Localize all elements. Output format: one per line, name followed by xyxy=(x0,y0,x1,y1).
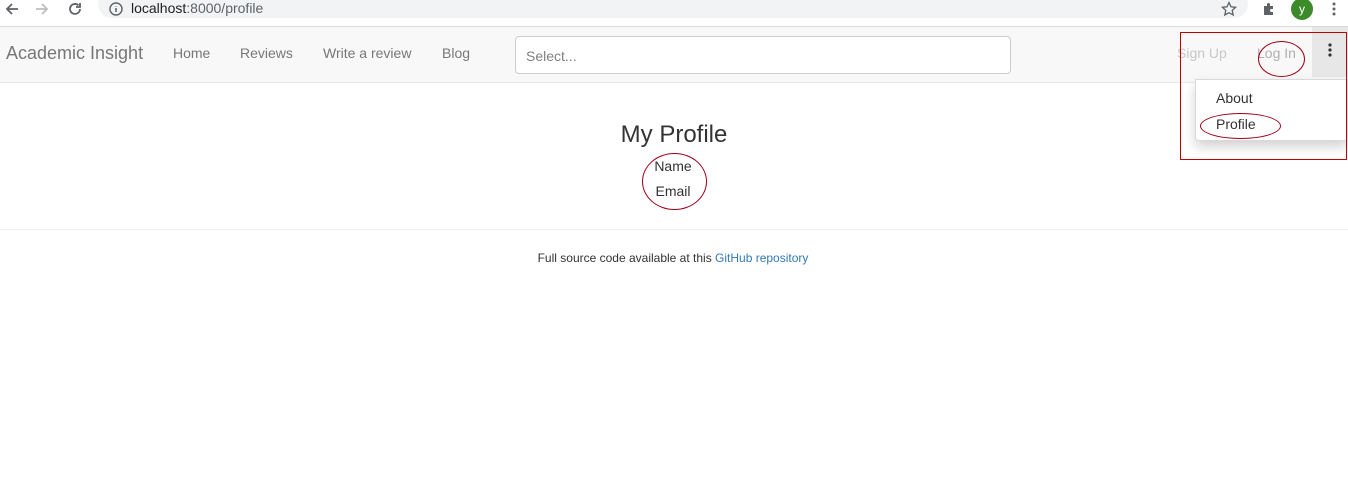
url-path: :8000/profile xyxy=(186,0,264,16)
annotation-ellipse-profile xyxy=(1200,113,1281,139)
address-bar[interactable] xyxy=(98,0,1248,18)
divider xyxy=(0,229,1348,230)
page-title: My Profile xyxy=(620,121,728,148)
nav-reviews[interactable]: Reviews xyxy=(240,27,293,79)
search-placeholder: Select... xyxy=(526,48,577,64)
url-text[interactable]: localhost:8000/profile xyxy=(131,0,263,17)
footer: Full source code available at this GitHu… xyxy=(0,251,1346,265)
brand-link[interactable]: Academic Insight xyxy=(6,27,143,79)
extension-puzzle-icon[interactable] xyxy=(1260,0,1278,18)
navbar: Academic Insight Home Reviews Write a re… xyxy=(0,27,1348,83)
chrome-menu-icon[interactable] xyxy=(1327,0,1341,18)
footer-text: Full source code available at this xyxy=(537,251,716,265)
search-select[interactable]: Select... xyxy=(515,36,1011,74)
github-link[interactable]: GitHub repository xyxy=(715,251,808,265)
forward-arrow-icon[interactable] xyxy=(33,0,51,18)
browser-toolbar: localhost:8000/profile y xyxy=(0,0,1348,27)
info-icon[interactable] xyxy=(108,0,124,17)
reload-icon[interactable] xyxy=(66,0,84,18)
star-icon[interactable] xyxy=(1220,0,1238,18)
url-host: localhost xyxy=(131,0,187,16)
avatar[interactable]: y xyxy=(1291,0,1313,20)
nav-blog[interactable]: Blog xyxy=(442,27,470,79)
nav-write-review[interactable]: Write a review xyxy=(323,27,411,79)
annotation-ellipse-login xyxy=(1258,41,1305,77)
back-arrow-icon[interactable] xyxy=(3,0,21,18)
nav-home[interactable]: Home xyxy=(173,27,210,79)
annotation-ellipse-fields xyxy=(642,153,707,210)
